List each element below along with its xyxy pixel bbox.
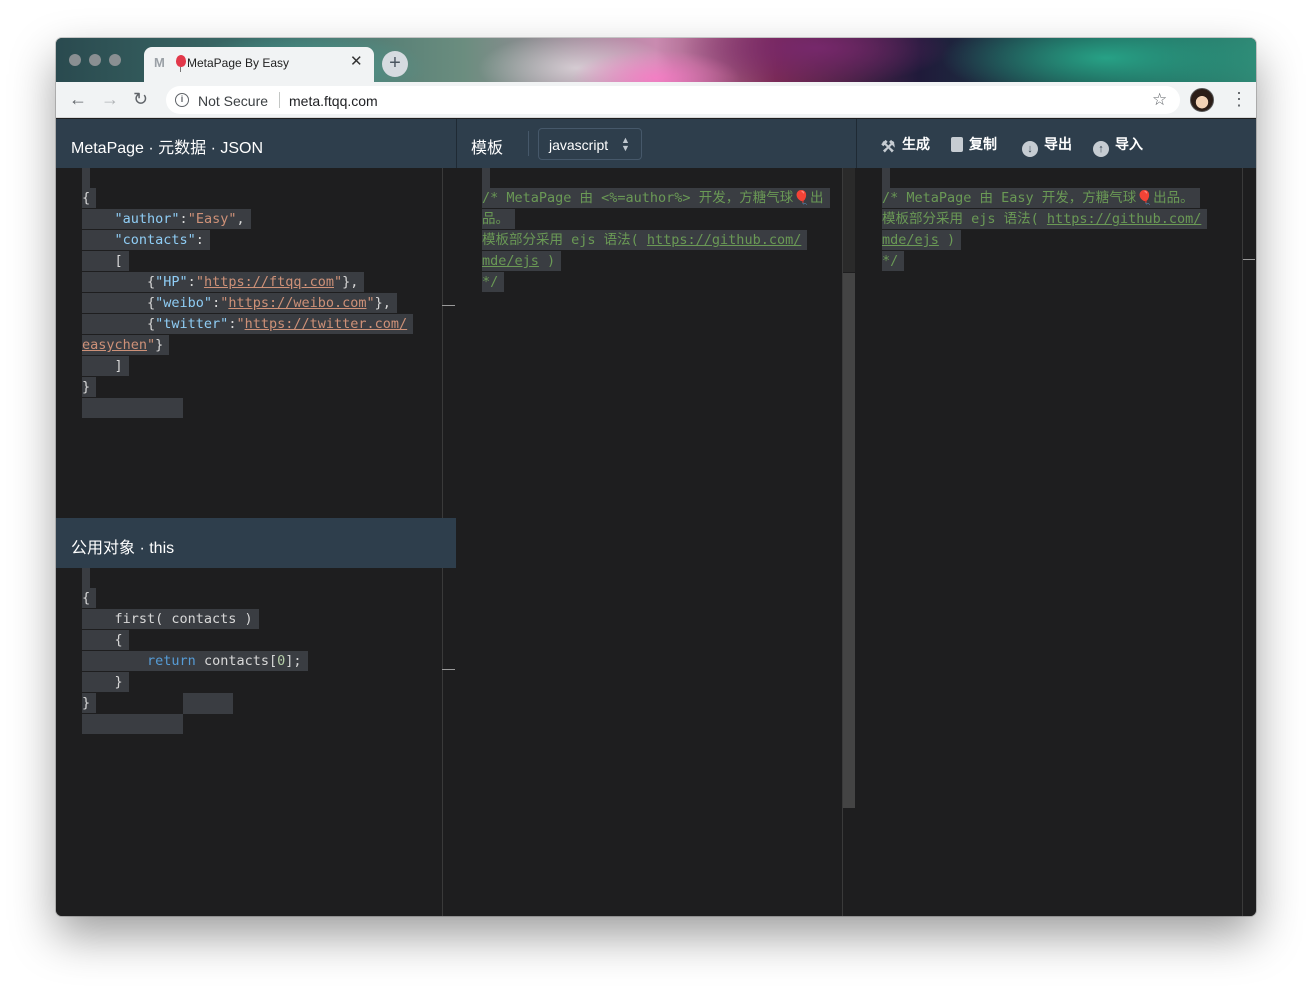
code-line: {"weibo":"https://weibo.com"}, [82, 293, 397, 313]
copy-button[interactable]: 复制 [951, 134, 997, 154]
reload-icon[interactable]: ↻ [133, 89, 148, 109]
language-select-value: javascript [549, 137, 609, 153]
code-line: "author":"Easy", [82, 209, 251, 229]
output-scroll-marker [1243, 259, 1255, 260]
generate-label: 生成 [902, 136, 930, 152]
kebab-menu-icon[interactable]: ⋮ [1230, 89, 1248, 109]
code-line: */ [882, 251, 905, 271]
code-line: easychen"} [82, 335, 170, 355]
star-icon[interactable]: ☆ [1152, 90, 1167, 110]
browser-tab[interactable]: M MetaPage By Easy ✕ [144, 47, 374, 82]
code-line: 模板部分采用 ejs 语法( https://github.com/ [482, 230, 808, 250]
language-select[interactable]: javascript ▲ ▼ [538, 128, 642, 160]
code-line: 品。 [482, 209, 515, 229]
omnibox-divider [279, 92, 280, 108]
clipboard-icon [951, 137, 963, 152]
code-line: } [82, 377, 97, 397]
editor-line-gutter [882, 168, 890, 188]
balloon-string [180, 67, 181, 72]
scroll-marker [442, 669, 455, 670]
empty-line [183, 693, 233, 714]
header-divider [456, 119, 457, 168]
template-editor[interactable]: /* MetaPage 由 <%=author%> 开发，方糖气球🎈出 品。 模… [482, 168, 842, 916]
json-panel-title: MetaPage · 元数据 · JSON [71, 140, 264, 157]
empty-line [82, 398, 183, 418]
this-editor[interactable]: { first( contacts ) { return contacts[0]… [82, 568, 455, 916]
new-tab-button[interactable]: + [382, 51, 408, 77]
import-button[interactable]: ↑ 导入 [1093, 134, 1143, 157]
code-line: { [82, 630, 129, 650]
select-arrows-icon: ▲ ▼ [621, 135, 630, 153]
template-title-divider [528, 131, 529, 156]
generate-button[interactable]: ⚒ 生成 [880, 134, 930, 156]
code-line: first( contacts ) [82, 609, 259, 629]
import-label: 导入 [1115, 136, 1143, 152]
code-line: {"twitter":"https://twitter.com/ [82, 314, 414, 334]
empty-line [82, 714, 183, 734]
app-header: MetaPage · 元数据 · JSON 模板 javascript ▲ ▼ ⚒… [56, 119, 1256, 168]
output-editor[interactable]: /* MetaPage 由 Easy 开发，方糖气球🎈出品。 模板部分采用 ej… [882, 168, 1242, 916]
code-line: [ [82, 251, 129, 271]
copy-label: 复制 [969, 136, 997, 152]
profile-avatar[interactable] [1190, 88, 1214, 112]
hammer-icon: ⚒ [880, 139, 896, 156]
template-scrollbar-track[interactable] [843, 168, 855, 272]
code-line: /* MetaPage 由 Easy 开发，方糖气球🎈出品。 [882, 188, 1200, 208]
this-panel-header: 公用对象 · this [56, 518, 456, 568]
close-window-button[interactable] [69, 54, 81, 66]
editor-line-gutter [82, 568, 90, 588]
tab-title: MetaPage By Easy [187, 56, 290, 70]
code-line: 模板部分采用 ejs 语法( https://github.com/ [882, 209, 1208, 229]
title-bar: M MetaPage By Easy ✕ + [56, 38, 1256, 82]
download-icon: ↓ [1022, 141, 1038, 157]
code-line: { [82, 588, 97, 608]
export-button[interactable]: ↓ 导出 [1022, 134, 1072, 157]
info-icon[interactable]: i [175, 93, 189, 107]
code-line: /* MetaPage 由 <%=author%> 开发，方糖气球🎈出 [482, 188, 830, 208]
back-arrow-icon[interactable]: ← [69, 89, 87, 109]
url-text[interactable]: meta.ftqq.com [289, 93, 378, 109]
this-panel-title: 公用对象 · this [71, 540, 175, 557]
code-line: return contacts[0]; [82, 651, 308, 671]
gmail-favicon-icon: M [154, 55, 165, 70]
tab-close-icon[interactable]: ✕ [350, 54, 363, 70]
code-line: } [82, 693, 97, 713]
code-line: "contacts": [82, 230, 210, 250]
code-line: mde/ejs ) [482, 251, 562, 271]
balloon-icon [176, 55, 186, 67]
code-line: */ [482, 272, 505, 292]
editor-line-gutter [82, 168, 90, 188]
code-line: mde/ejs ) [882, 230, 962, 250]
code-line: ] [82, 356, 129, 376]
code-line: } [82, 672, 129, 692]
json-editor[interactable]: { "author":"Easy", "contacts": [ {"HP":"… [82, 168, 455, 518]
browser-toolbar: ← → ↻ i Not Secure meta.ftqq.com ☆ ⋮ [56, 82, 1256, 118]
output-column-separator [1242, 168, 1243, 916]
browser-window: M MetaPage By Easy ✕ + ← → ↻ i Not Secur… [56, 38, 1256, 916]
export-label: 导出 [1044, 136, 1072, 152]
editor-line-gutter [482, 168, 490, 188]
metapage-app: MetaPage · 元数据 · JSON 模板 javascript ▲ ▼ ⚒… [56, 119, 1256, 916]
code-line: {"HP":"https://ftqq.com"}, [82, 272, 365, 292]
header-divider-right [856, 119, 857, 168]
zoom-window-button[interactable] [109, 54, 121, 66]
template-scrollbar[interactable] [843, 273, 855, 808]
upload-icon: ↑ [1093, 141, 1109, 157]
scroll-marker [442, 305, 455, 306]
template-panel-title: 模板 [471, 140, 504, 157]
minimize-window-button[interactable] [89, 54, 101, 66]
forward-arrow-icon[interactable]: → [101, 89, 119, 109]
address-bar[interactable]: i Not Secure meta.ftqq.com ☆ [166, 86, 1180, 114]
security-label[interactable]: Not Secure [198, 93, 268, 109]
code-line: { [82, 188, 97, 208]
